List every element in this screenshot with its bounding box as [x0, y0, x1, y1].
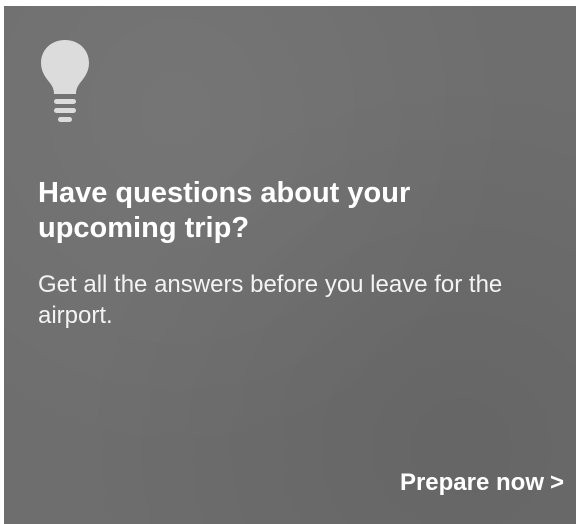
chevron-right-icon: >	[549, 469, 564, 496]
promo-card: Have questions about your upcoming trip?…	[4, 6, 576, 524]
card-description: Get all the answers before you leave for…	[38, 271, 503, 329]
prepare-now-link[interactable]: Prepare now >	[400, 468, 564, 498]
lightbulb-icon	[41, 40, 89, 122]
card-headline: Have questions about your upcoming trip?	[38, 177, 411, 244]
cta-label: Prepare now	[399, 469, 544, 496]
